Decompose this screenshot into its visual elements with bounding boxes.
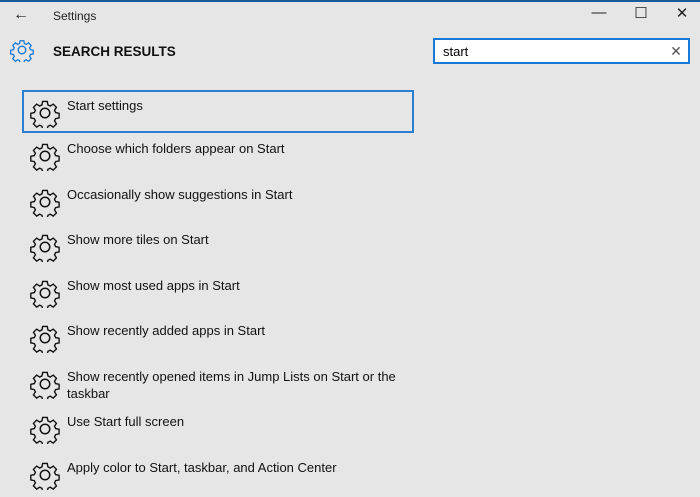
page-title: SEARCH RESULTS bbox=[53, 44, 176, 59]
gear-icon bbox=[30, 323, 60, 353]
search-result-item[interactable]: Show recently opened items in Jump Lists… bbox=[22, 361, 414, 407]
result-label: Apply color to Start, taskbar, and Actio… bbox=[67, 459, 407, 476]
result-label: Show recently opened items in Jump Lists… bbox=[67, 368, 407, 402]
gear-icon bbox=[30, 460, 60, 490]
close-button[interactable]: ✕ bbox=[667, 4, 697, 26]
result-label: Show more tiles on Start bbox=[67, 231, 407, 248]
search-result-item[interactable]: Choose which folders appear on Start bbox=[22, 133, 414, 179]
search-result-item[interactable]: Show more tiles on Start bbox=[22, 224, 414, 270]
clear-search-button[interactable]: ✕ bbox=[664, 43, 688, 60]
search-input[interactable] bbox=[443, 44, 664, 59]
gear-icon bbox=[30, 98, 60, 128]
result-label: Occasionally show suggestions in Start bbox=[67, 186, 407, 203]
search-result-item[interactable]: Apply color to Start, taskbar, and Actio… bbox=[22, 452, 414, 497]
search-result-item[interactable]: Occasionally show suggestions in Start bbox=[22, 179, 414, 225]
result-label: Choose which folders appear on Start bbox=[67, 140, 407, 157]
gear-icon bbox=[30, 369, 60, 399]
gear-icon bbox=[30, 232, 60, 262]
minimize-button[interactable]: — bbox=[584, 4, 614, 26]
gear-icon bbox=[10, 38, 34, 62]
gear-icon bbox=[30, 278, 60, 308]
result-label: Use Start full screen bbox=[67, 413, 407, 430]
gear-icon bbox=[30, 187, 60, 217]
window-title: Settings bbox=[53, 9, 96, 23]
search-result-item[interactable]: Start settings bbox=[22, 90, 414, 133]
search-result-item[interactable]: Show recently added apps in Start bbox=[22, 315, 414, 361]
result-label: Start settings bbox=[67, 97, 407, 114]
result-label: Show most used apps in Start bbox=[67, 277, 407, 294]
search-result-item[interactable]: Use Start full screen bbox=[22, 406, 414, 452]
search-results-list: Start settings Choose which folders appea… bbox=[22, 90, 414, 497]
result-label: Show recently added apps in Start bbox=[67, 322, 407, 339]
gear-icon bbox=[30, 141, 60, 171]
window-top-border bbox=[0, 0, 700, 2]
back-button[interactable]: ← bbox=[13, 6, 29, 24]
maximize-button[interactable]: ☐ bbox=[626, 4, 656, 26]
search-box[interactable]: ✕ bbox=[433, 38, 690, 64]
search-result-item[interactable]: Show most used apps in Start bbox=[22, 270, 414, 316]
gear-icon bbox=[30, 414, 60, 444]
